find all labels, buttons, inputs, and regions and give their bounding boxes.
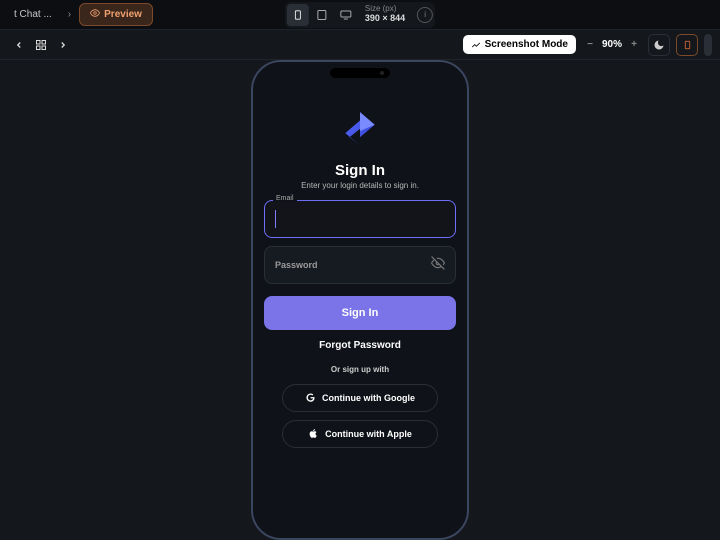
app-screen: Sign In Enter your login details to sign…	[263, 76, 457, 456]
viewport-size: Size (px) 390 × 844	[359, 5, 411, 24]
apple-label: Continue with Apple	[325, 429, 412, 439]
email-label: Email	[273, 195, 297, 202]
expand-button[interactable]	[704, 34, 712, 56]
info-icon[interactable]: i	[417, 7, 433, 23]
page-title: Sign In	[335, 162, 385, 179]
page-subtitle: Enter your login details to sign in.	[301, 181, 419, 190]
nav-forward-button[interactable]	[52, 34, 74, 56]
tab-label: t Chat ...	[14, 9, 52, 20]
eye-icon	[90, 8, 100, 21]
email-field[interactable]: Email	[264, 200, 456, 238]
password-label: Password	[275, 260, 318, 270]
grid-view-button[interactable]	[30, 34, 52, 56]
phone-frame: Sign In Enter your login details to sign…	[251, 60, 469, 540]
zoom-value: 90%	[602, 39, 622, 50]
continue-apple-button[interactable]: Continue with Apple	[282, 420, 438, 448]
google-icon	[305, 392, 316, 405]
chevron-right-icon: ›	[66, 9, 73, 20]
zoom-control: − 90% +	[582, 37, 642, 53]
continue-google-button[interactable]: Continue with Google	[282, 384, 438, 412]
theme-toggle-button[interactable]	[648, 34, 670, 56]
preview-button[interactable]: Preview	[79, 3, 153, 26]
apple-icon	[308, 428, 319, 441]
zoom-out-button[interactable]: −	[582, 37, 598, 53]
preview-stage: Sign In Enter your login details to sign…	[0, 60, 720, 540]
or-signup-label: Or sign up with	[331, 365, 389, 374]
phone-notch	[330, 68, 390, 78]
zoom-in-button[interactable]: +	[626, 37, 642, 53]
text-caret	[275, 210, 276, 228]
visibility-off-icon[interactable]	[431, 256, 445, 275]
preview-label: Preview	[104, 9, 142, 20]
nav-back-button[interactable]	[8, 34, 30, 56]
screenshot-mode-button[interactable]: Screenshot Mode	[463, 35, 576, 54]
mode-label: Screenshot Mode	[485, 39, 568, 50]
device-phone-icon[interactable]	[287, 4, 309, 26]
signin-button-label: Sign In	[342, 307, 379, 319]
device-tablet-icon[interactable]	[311, 4, 333, 26]
google-label: Continue with Google	[322, 393, 415, 403]
breadcrumb-tab[interactable]: t Chat ...	[6, 5, 60, 24]
viewport-controls: Size (px) 390 × 844 i	[285, 2, 435, 28]
editor-top-bar: t Chat ... › Preview Size (px) 390 × 844…	[0, 0, 720, 30]
device-frame-button[interactable]	[676, 34, 698, 56]
password-field[interactable]: Password	[264, 246, 456, 284]
size-value: 390 × 844	[365, 14, 405, 24]
signin-button[interactable]: Sign In	[264, 296, 456, 330]
editor-toolbar: Screenshot Mode − 90% +	[0, 30, 720, 60]
device-desktop-icon[interactable]	[335, 4, 357, 26]
forgot-password-link[interactable]: Forgot Password	[319, 340, 401, 351]
app-logo-icon	[339, 110, 381, 152]
